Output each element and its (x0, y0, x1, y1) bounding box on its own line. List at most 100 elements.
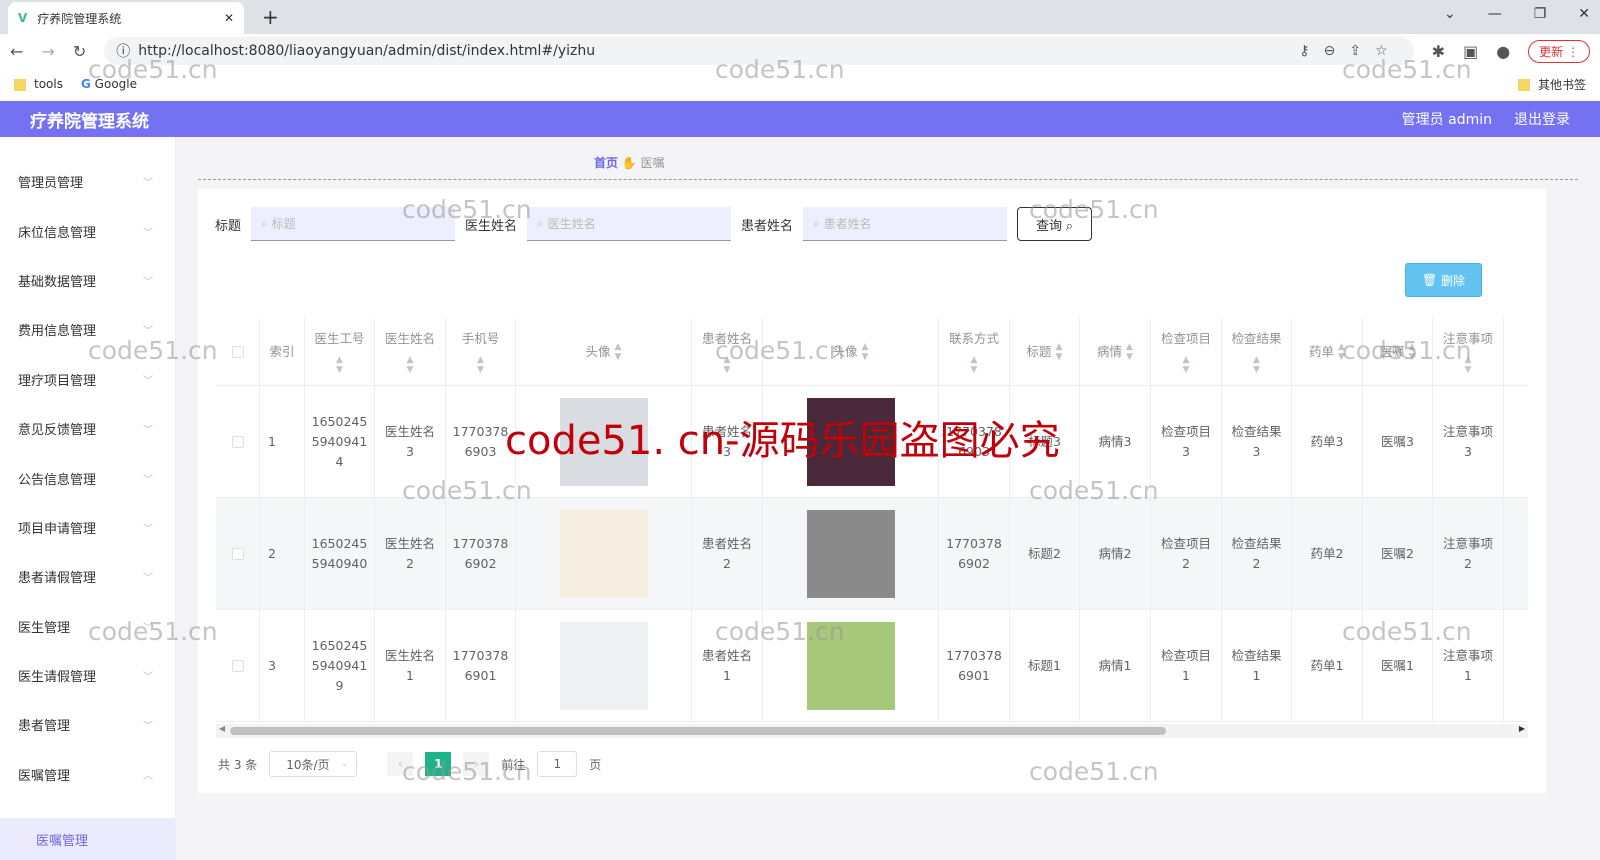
page-1-button[interactable]: 1 (425, 752, 452, 776)
avatar-image (559, 510, 648, 598)
minimize-icon[interactable]: — (1488, 6, 1502, 22)
sort-icon[interactable]: ▲ ▼ (462, 355, 500, 375)
page-size-select[interactable]: 10条/页 ⌄ (269, 751, 358, 777)
table-cell: 医生姓名1 (375, 610, 446, 722)
sidebar-item[interactable]: 医嘱管理 ︿ (0, 750, 175, 799)
sidebar: 管理员管理 ﹀ 床位信息管理 ﹀ 基础数据管理 ﹀ 费用信息管理 ﹀ 理疗项目管理 ﹀ 意见反馈管理… (0, 137, 176, 860)
sort-icon[interactable]: ▲ ▼ (385, 355, 435, 375)
column-header[interactable]: 头像 (833, 342, 858, 362)
restore-icon[interactable]: ❐ (1534, 6, 1547, 22)
column-header[interactable]: 注意事项 (1443, 331, 1493, 346)
column-header[interactable]: 头像 (586, 342, 611, 362)
table-cell: 医嘱1 (1363, 610, 1433, 722)
next-page-button[interactable]: › (463, 752, 490, 776)
sort-icon[interactable]: ▲ ▼ (1231, 355, 1281, 375)
column-header[interactable]: 手机号 (462, 331, 500, 346)
bookmark-google[interactable]: G Google (81, 77, 137, 91)
browser-tab[interactable]: V 疗养院管理系统 ✕ (8, 2, 244, 34)
table-cell: 标题 ▲ ▼ (1010, 318, 1080, 386)
sort-icon[interactable]: ▲ ▼ (1338, 342, 1345, 362)
sort-icon[interactable]: ▲ ▼ (615, 342, 622, 362)
sidebar-item[interactable]: 医生管理 ﹀ (0, 602, 175, 651)
sort-icon[interactable]: ▲ ▼ (862, 342, 869, 362)
forward-icon[interactable]: → (41, 42, 54, 61)
sidebar-item[interactable]: 费用信息管理 ﹀ (0, 305, 175, 354)
table-cell: 检查项目3 (1151, 386, 1222, 498)
row-checkbox[interactable] (231, 548, 244, 560)
other-bookmarks[interactable]: 其他书签 (1517, 76, 1586, 93)
sidebar-item[interactable]: 意见反馈管理 ﹀ (0, 404, 175, 453)
bookmark-tools[interactable]: tools (14, 77, 63, 91)
chevron-down-icon: ﹀ (143, 227, 153, 239)
sidepanel-icon[interactable]: ▣ (1463, 42, 1478, 61)
sidebar-item[interactable]: 理疗项目管理 ﹀ (0, 355, 175, 404)
address-actions-icon[interactable]: ⚷⊖⇪☆ (1299, 43, 1401, 59)
table-cell: 检查结果2 (1222, 498, 1292, 610)
sidebar-item[interactable]: 项目申请管理 ﹀ (0, 503, 175, 552)
tab-search-icon[interactable]: ⌄ (1444, 6, 1456, 22)
table-row: 2 16502455940940 医生姓名2 17703786902 患者姓名2 1770… (216, 498, 1528, 610)
table-cell: 注意事项 ▲ ▼ (1433, 318, 1504, 386)
sidebar-item[interactable]: 基础数据管理 ﹀ (0, 256, 175, 305)
column-header[interactable]: 病情 (1097, 342, 1122, 362)
prev-page-button[interactable]: ‹ (387, 752, 414, 776)
column-header[interactable]: 医生姓名 (385, 331, 435, 346)
search-input[interactable]: ⌕ 标题 (251, 207, 456, 241)
breadcrumb-home[interactable]: 首页 (594, 156, 618, 170)
column-header[interactable]: 联系方式 (949, 331, 999, 346)
horizontal-scrollbar[interactable]: ◀ ▶ (216, 724, 1528, 738)
delete-button[interactable]: 🗑 删除 (1405, 263, 1482, 297)
search-input[interactable]: ⌕ 医生姓名 (527, 207, 732, 241)
table-cell: 病情3 (1080, 386, 1151, 498)
goto-page-input[interactable]: 1 (537, 751, 578, 777)
sidebar-item[interactable]: 医生请假管理 ﹀ (0, 651, 175, 700)
logout-link[interactable]: 退出登录 (1514, 109, 1570, 129)
url-field[interactable]: ⓘ http://localhost:8080/liaoyangyuan/admi… (104, 37, 1414, 65)
column-header[interactable]: 检查结果 (1231, 331, 1281, 346)
sort-icon[interactable]: ▲ ▼ (314, 355, 364, 375)
cell-value: 注意事项1 (1442, 648, 1493, 683)
sidebar-item[interactable]: 患者管理 ﹀ (0, 700, 175, 749)
sidebar-subitem-active[interactable]: 医嘱管理 (0, 818, 176, 860)
chevron-down-icon: ﹀ (143, 622, 153, 634)
sort-icon[interactable]: ▲ ▼ (1126, 342, 1133, 362)
table-cell: 头像 ▲ ▼ (516, 318, 692, 386)
search-input[interactable]: ⌕ 患者姓名 (803, 207, 1008, 241)
sort-icon[interactable]: ▲ ▼ (1056, 342, 1063, 362)
cell-value: 17703786901 (452, 648, 509, 683)
select-all-checkbox[interactable] (231, 346, 244, 358)
chevron-down-icon: ﹀ (143, 326, 153, 338)
table-cell: 检查结果1 (1222, 610, 1292, 722)
query-button[interactable]: 查询 ⌕ (1017, 207, 1092, 241)
close-window-icon[interactable]: ✕ (1578, 6, 1590, 22)
back-icon[interactable]: ← (10, 42, 23, 61)
column-header[interactable]: 患者姓名 (702, 331, 752, 346)
table-cell: 医嘱2 (1363, 498, 1433, 610)
column-header[interactable]: 医生工号 (314, 331, 364, 346)
column-header[interactable]: 标题 (1027, 342, 1052, 362)
sort-icon[interactable]: ▲ ▼ (1161, 355, 1211, 375)
close-tab-icon[interactable]: ✕ (224, 11, 234, 25)
column-header[interactable]: 药单 (1309, 342, 1334, 362)
table-cell (1504, 386, 1528, 498)
profile-icon[interactable]: ● (1496, 42, 1510, 61)
sidebar-item[interactable]: 床位信息管理 ﹀ (0, 206, 175, 255)
sort-icon[interactable]: ▲ ▼ (949, 355, 999, 375)
row-checkbox[interactable] (231, 436, 244, 448)
row-checkbox[interactable] (231, 660, 244, 672)
sort-icon[interactable]: ▲ ▼ (702, 355, 752, 375)
scrollbar-thumb[interactable] (230, 727, 1166, 735)
column-header[interactable]: 医嘱 (1380, 342, 1405, 362)
reload-icon[interactable]: ↻ (73, 42, 86, 61)
sort-icon[interactable]: ▲ ▼ (1443, 355, 1493, 375)
extensions-icon[interactable]: ✱ (1432, 42, 1445, 61)
new-tab-button[interactable]: + (262, 5, 279, 29)
update-button[interactable]: 更新 ⋮ (1528, 39, 1590, 63)
sidebar-item[interactable]: 患者请假管理 ﹀ (0, 552, 175, 601)
sidebar-item[interactable]: 公告信息管理 ﹀ (0, 453, 175, 502)
column-header[interactable]: 索引 (269, 342, 294, 362)
sort-icon[interactable]: ▲ ▼ (1409, 342, 1416, 362)
sidebar-item[interactable]: 管理员管理 ﹀ (0, 157, 175, 206)
table-cell (216, 498, 260, 610)
column-header[interactable]: 检查项目 (1161, 331, 1211, 346)
